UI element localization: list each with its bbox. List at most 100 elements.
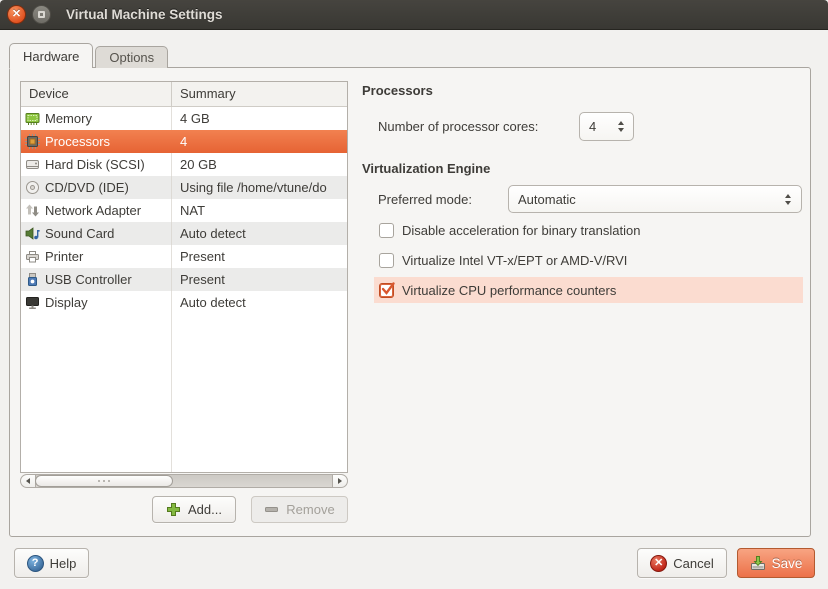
- summary-cell: 20 GB: [172, 153, 347, 176]
- cancel-x-icon: ✕: [650, 555, 667, 572]
- spinner-down-icon[interactable]: [618, 128, 624, 132]
- device-table-header: Device Summary: [21, 82, 347, 107]
- summary-cell: Auto detect: [172, 222, 347, 245]
- scroll-right-icon[interactable]: [332, 475, 347, 487]
- checkbox-row-1[interactable]: Virtualize Intel VT-x/EPT or AMD-V/RVI: [374, 247, 803, 273]
- summary-cell: 4: [172, 130, 347, 153]
- processor-cores-spinner[interactable]: 4: [579, 112, 634, 141]
- device-label: Network Adapter: [45, 203, 141, 218]
- tab-options[interactable]: Options: [95, 46, 168, 68]
- device-row-hard-disk-scsi-[interactable]: Hard Disk (SCSI) 20 GB: [21, 153, 347, 176]
- device-label: Sound Card: [45, 226, 114, 241]
- summary-cell: Present: [172, 268, 347, 291]
- device-row-memory[interactable]: Memory4 GB: [21, 107, 347, 130]
- device-cell: Hard Disk (SCSI): [21, 153, 172, 176]
- preferred-mode-label: Preferred mode:: [378, 192, 472, 207]
- processors-heading: Processors: [362, 83, 433, 98]
- remove-button[interactable]: Remove: [251, 496, 348, 523]
- tab-hardware[interactable]: Hardware: [9, 43, 93, 68]
- spinner-up-icon[interactable]: [618, 121, 624, 125]
- device-label: Printer: [45, 249, 83, 264]
- checkbox-label: Virtualize Intel VT-x/EPT or AMD-V/RVI: [402, 253, 627, 268]
- grip-dot: [98, 480, 100, 482]
- help-button[interactable]: ? Help: [14, 548, 89, 578]
- device-table-body: Memory4 GB Processors 4 Hard Disk (SCSI) 20 …: [21, 107, 347, 472]
- device-cell: Sound Card: [21, 222, 172, 245]
- cancel-button[interactable]: ✕ Cancel: [637, 548, 727, 578]
- preferred-mode-value: Automatic: [509, 192, 785, 207]
- device-cell: Processors: [21, 130, 172, 153]
- save-icon: [750, 555, 766, 571]
- summary-label: Present: [180, 249, 225, 264]
- device-cell: Display: [21, 291, 172, 314]
- window-title: Virtual Machine Settings: [66, 7, 223, 22]
- summary-label: 4: [180, 134, 187, 149]
- device-label: Display: [45, 295, 88, 310]
- add-button[interactable]: Add...: [152, 496, 236, 523]
- summary-label: Using file /home/vtune/do: [180, 180, 327, 195]
- device-row-processors[interactable]: Processors 4: [21, 130, 347, 153]
- summary-cell: Present: [172, 245, 347, 268]
- processor-cores-value: 4: [580, 119, 618, 134]
- save-button-label: Save: [772, 556, 803, 571]
- device-label: USB Controller: [45, 272, 132, 287]
- device-label: Processors: [45, 134, 110, 149]
- combo-down-icon: [785, 201, 791, 205]
- memory-icon: [25, 111, 40, 126]
- device-row-sound-card[interactable]: Sound Card Auto detect: [21, 222, 347, 245]
- display-icon: [25, 295, 40, 310]
- preferred-mode-select[interactable]: Automatic: [508, 185, 802, 213]
- add-plus-icon: [166, 502, 182, 518]
- scroll-left-icon[interactable]: [21, 475, 36, 487]
- save-button[interactable]: Save: [737, 548, 815, 578]
- close-icon[interactable]: ✕: [7, 5, 26, 24]
- printer-icon: [25, 249, 40, 264]
- device-row-display[interactable]: Display Auto detect: [21, 291, 347, 314]
- cancel-button-label: Cancel: [673, 556, 713, 571]
- column-header-device[interactable]: Device: [21, 82, 172, 106]
- grip-dot: [103, 480, 105, 482]
- remove-button-label: Remove: [286, 502, 334, 517]
- hard-disk-icon: [25, 157, 40, 172]
- summary-cell: Using file /home/vtune/do: [172, 176, 347, 199]
- usb-controller-icon: [25, 272, 40, 287]
- column-header-summary[interactable]: Summary: [172, 82, 347, 106]
- titlebar: ✕ Virtual Machine Settings: [0, 0, 828, 30]
- device-row-network-adapter[interactable]: Network Adapter NAT: [21, 199, 347, 222]
- device-cell: Printer: [21, 245, 172, 268]
- checkbox-unchecked-icon[interactable]: [379, 253, 394, 268]
- combo-up-icon: [785, 194, 791, 198]
- add-button-label: Add...: [188, 502, 222, 517]
- checkbox-unchecked-icon[interactable]: [379, 223, 394, 238]
- device-label: Hard Disk (SCSI): [45, 157, 145, 172]
- scrollbar-thumb[interactable]: [35, 475, 173, 487]
- summary-label: NAT: [180, 203, 205, 218]
- checkbox-checked-icon[interactable]: [379, 283, 394, 298]
- checkbox-label: Disable acceleration for binary translat…: [402, 223, 640, 238]
- checkbox-row-0[interactable]: Disable acceleration for binary translat…: [374, 217, 803, 243]
- help-button-label: Help: [50, 556, 77, 571]
- tabbar: Hardware Options: [9, 43, 170, 68]
- checkbox-label: Virtualize CPU performance counters: [402, 283, 616, 298]
- summary-cell: NAT: [172, 199, 347, 222]
- restore-icon[interactable]: [32, 5, 51, 24]
- summary-cell: Auto detect: [172, 291, 347, 314]
- device-cell: Network Adapter: [21, 199, 172, 222]
- device-cell: USB Controller: [21, 268, 172, 291]
- summary-label: Auto detect: [180, 295, 246, 310]
- device-cell: Memory: [21, 107, 172, 130]
- horizontal-scrollbar[interactable]: [20, 474, 348, 488]
- restore-square: [38, 11, 45, 18]
- summary-label: 20 GB: [180, 157, 217, 172]
- left-arrow-icon: [26, 478, 30, 484]
- device-row-cd-dvd-ide-[interactable]: CD/DVD (IDE) Using file /home/vtune/do: [21, 176, 347, 199]
- hardware-panel: Device Summary Memory4 GB Processors 4 Hard…: [9, 67, 811, 537]
- device-label: CD/DVD (IDE): [45, 180, 129, 195]
- checkbox-row-2[interactable]: Virtualize CPU performance counters: [374, 277, 803, 303]
- device-row-printer[interactable]: Printer Present: [21, 245, 347, 268]
- sound-card-icon: [25, 226, 40, 241]
- virtualization-heading: Virtualization Engine: [362, 161, 490, 176]
- summary-label: Auto detect: [180, 226, 246, 241]
- device-row-usb-controller[interactable]: USB Controller Present: [21, 268, 347, 291]
- cd-dvd-icon: [25, 180, 40, 195]
